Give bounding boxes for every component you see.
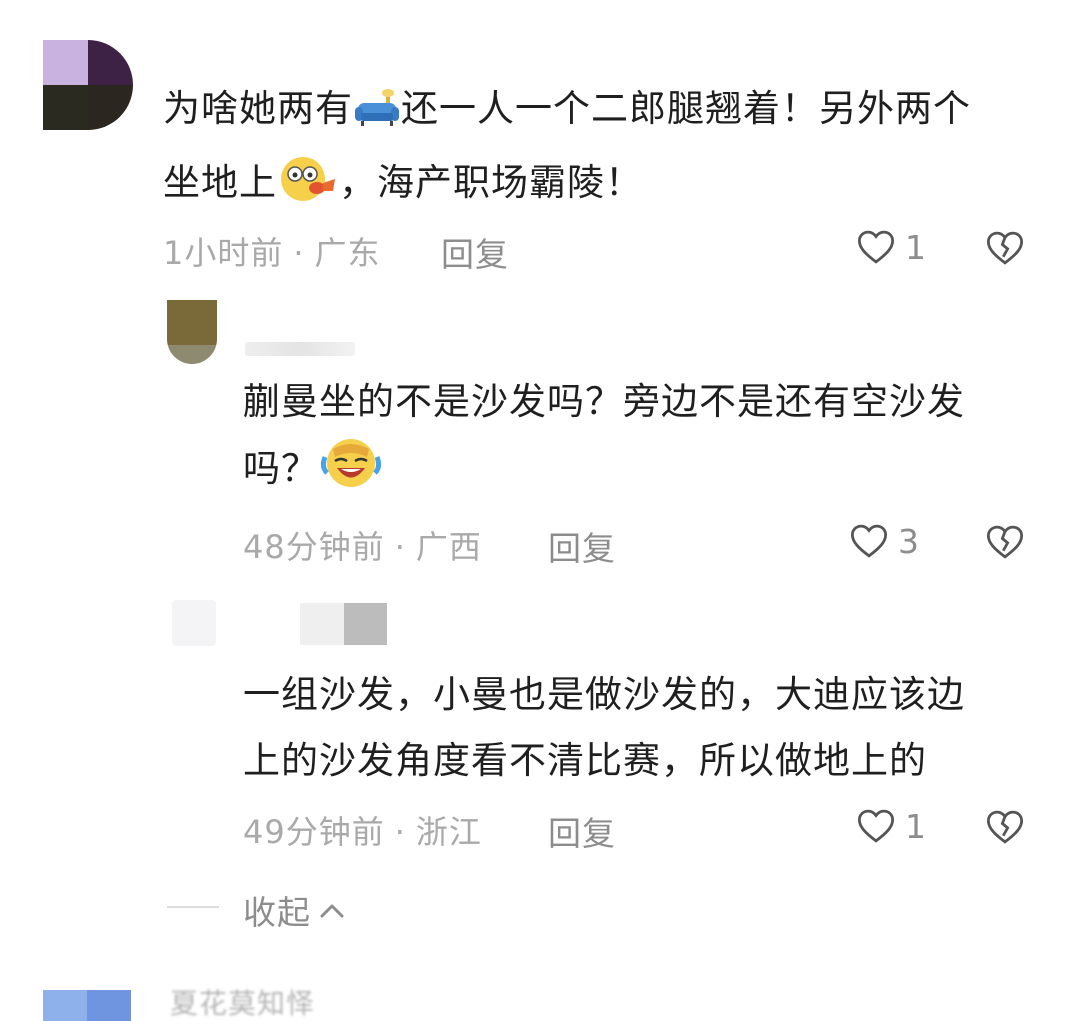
like-count: 1 xyxy=(905,806,926,846)
dislike-button[interactable] xyxy=(983,521,1027,567)
collapse-label: 收起 xyxy=(243,893,311,932)
comment-location: 广东 xyxy=(314,234,381,272)
dislike-button[interactable] xyxy=(983,227,1027,273)
username: 夏花莫知怿 xyxy=(170,987,316,1020)
comment-location: 广西 xyxy=(415,528,482,566)
vomit-face-emoji xyxy=(277,153,339,224)
like-count: 3 xyxy=(898,521,919,561)
heart-outline-icon xyxy=(850,524,888,558)
heart-outline-icon xyxy=(857,230,895,264)
broken-heart-icon xyxy=(986,810,1024,844)
heart-outline-icon xyxy=(857,809,895,843)
reply-button[interactable]: 回复 xyxy=(548,522,616,570)
comment-time: 48分钟前 xyxy=(243,528,385,566)
like-button[interactable]: 1 xyxy=(855,805,926,847)
comment-meta: 1小时前 · 广东 xyxy=(163,234,381,272)
comment-text: 一组沙发，小曼也是做沙发的，大迪应该边 上的沙发角度看不清比赛，所以做地上的 xyxy=(243,673,965,782)
comment-meta: 49分钟前 · 浙江 xyxy=(243,813,482,851)
like-button[interactable]: 3 xyxy=(848,520,919,562)
username-blurred xyxy=(245,342,355,356)
comment-time: 1小时前 xyxy=(163,234,284,272)
reply-button[interactable]: 回复 xyxy=(441,228,509,276)
broken-heart-icon xyxy=(986,231,1024,265)
avatar[interactable] xyxy=(43,990,131,1021)
dislike-button[interactable] xyxy=(983,806,1027,852)
sofa-emoji xyxy=(353,84,401,150)
comment-text: 为啥她两有 还一人一个二郎腿翘着！另外两个 坐地上 ，海产职场霸陵！ xyxy=(163,76,1043,224)
like-button[interactable]: 1 xyxy=(855,226,926,268)
comment-text: 蒯曼坐的不是沙发吗？旁边不是还有空沙发 吗？ xyxy=(243,369,1043,510)
chevron-up-icon xyxy=(320,904,344,918)
broken-heart-icon xyxy=(986,525,1024,559)
collapse-divider xyxy=(167,906,219,908)
avatar[interactable] xyxy=(43,40,133,130)
reply-button[interactable]: 回复 xyxy=(548,807,616,855)
collapse-button[interactable]: 收起 xyxy=(243,886,347,934)
like-count: 1 xyxy=(905,227,926,267)
comment-time: 49分钟前 xyxy=(243,813,385,851)
avatar[interactable] xyxy=(167,300,217,364)
laughing-crying-face-emoji xyxy=(319,435,383,510)
username-blurred xyxy=(300,603,387,645)
comment-meta: 48分钟前 · 广西 xyxy=(243,528,482,566)
avatar[interactable] xyxy=(172,600,216,646)
comment-location: 浙江 xyxy=(415,813,482,851)
